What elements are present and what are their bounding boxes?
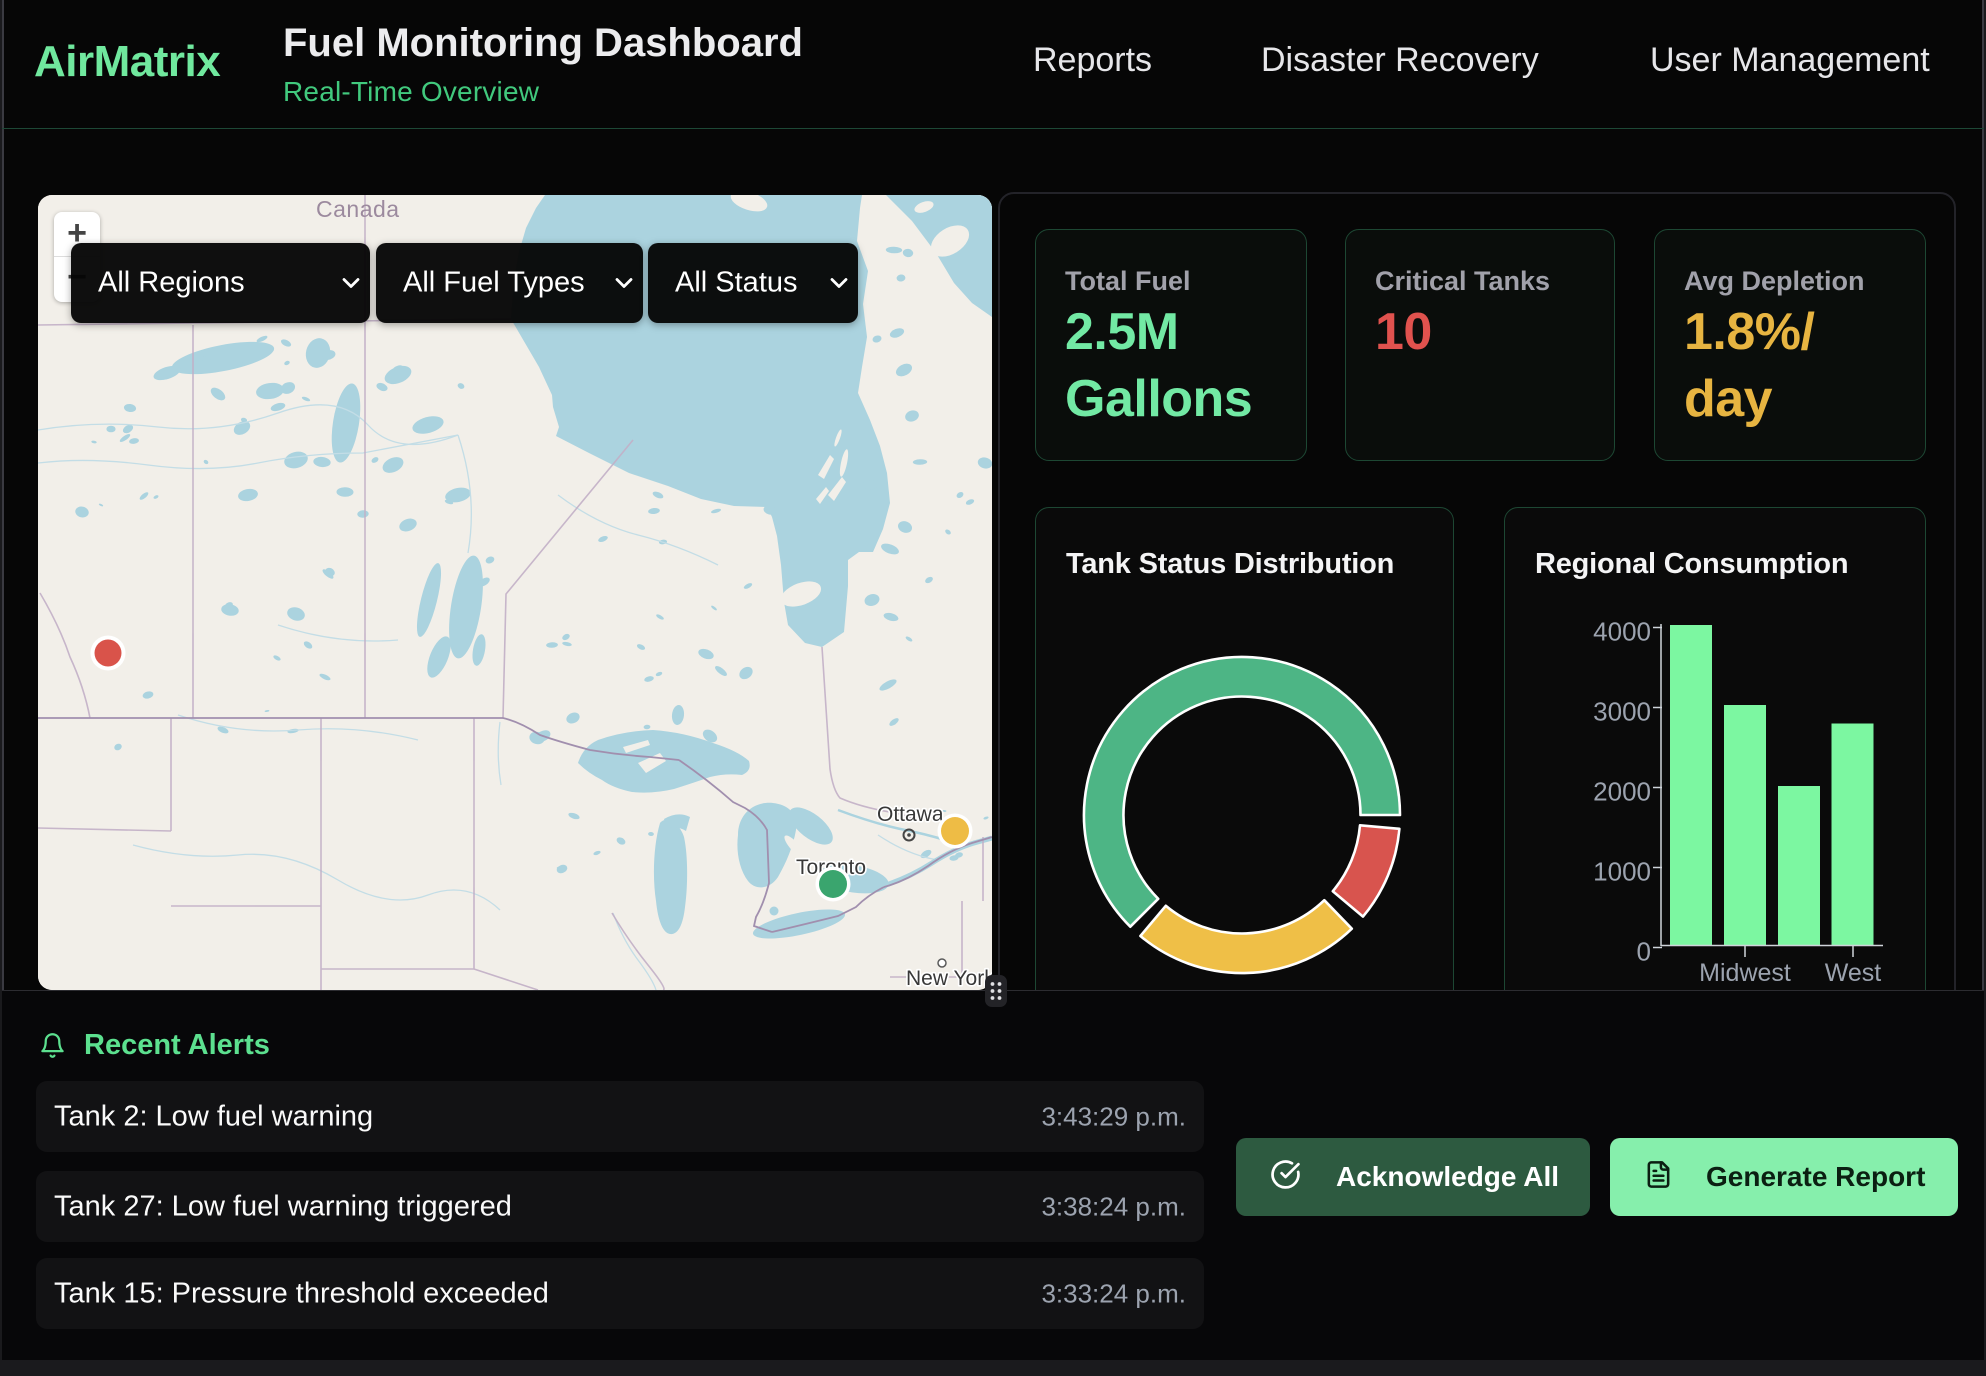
svg-text:1000: 1000 <box>1593 857 1651 887</box>
svg-text:2000: 2000 <box>1593 777 1651 807</box>
svg-text:0: 0 <box>1637 937 1651 967</box>
svg-text:West: West <box>1825 959 1882 985</box>
svg-text:Midwest: Midwest <box>1699 959 1791 985</box>
svg-text:3000: 3000 <box>1593 697 1651 727</box>
svg-text:4000: 4000 <box>1593 617 1651 647</box>
svg-text:Ottawa: Ottawa <box>877 803 944 826</box>
svg-text:Canada: Canada <box>316 196 400 222</box>
svg-text:New York: New York <box>906 967 992 990</box>
